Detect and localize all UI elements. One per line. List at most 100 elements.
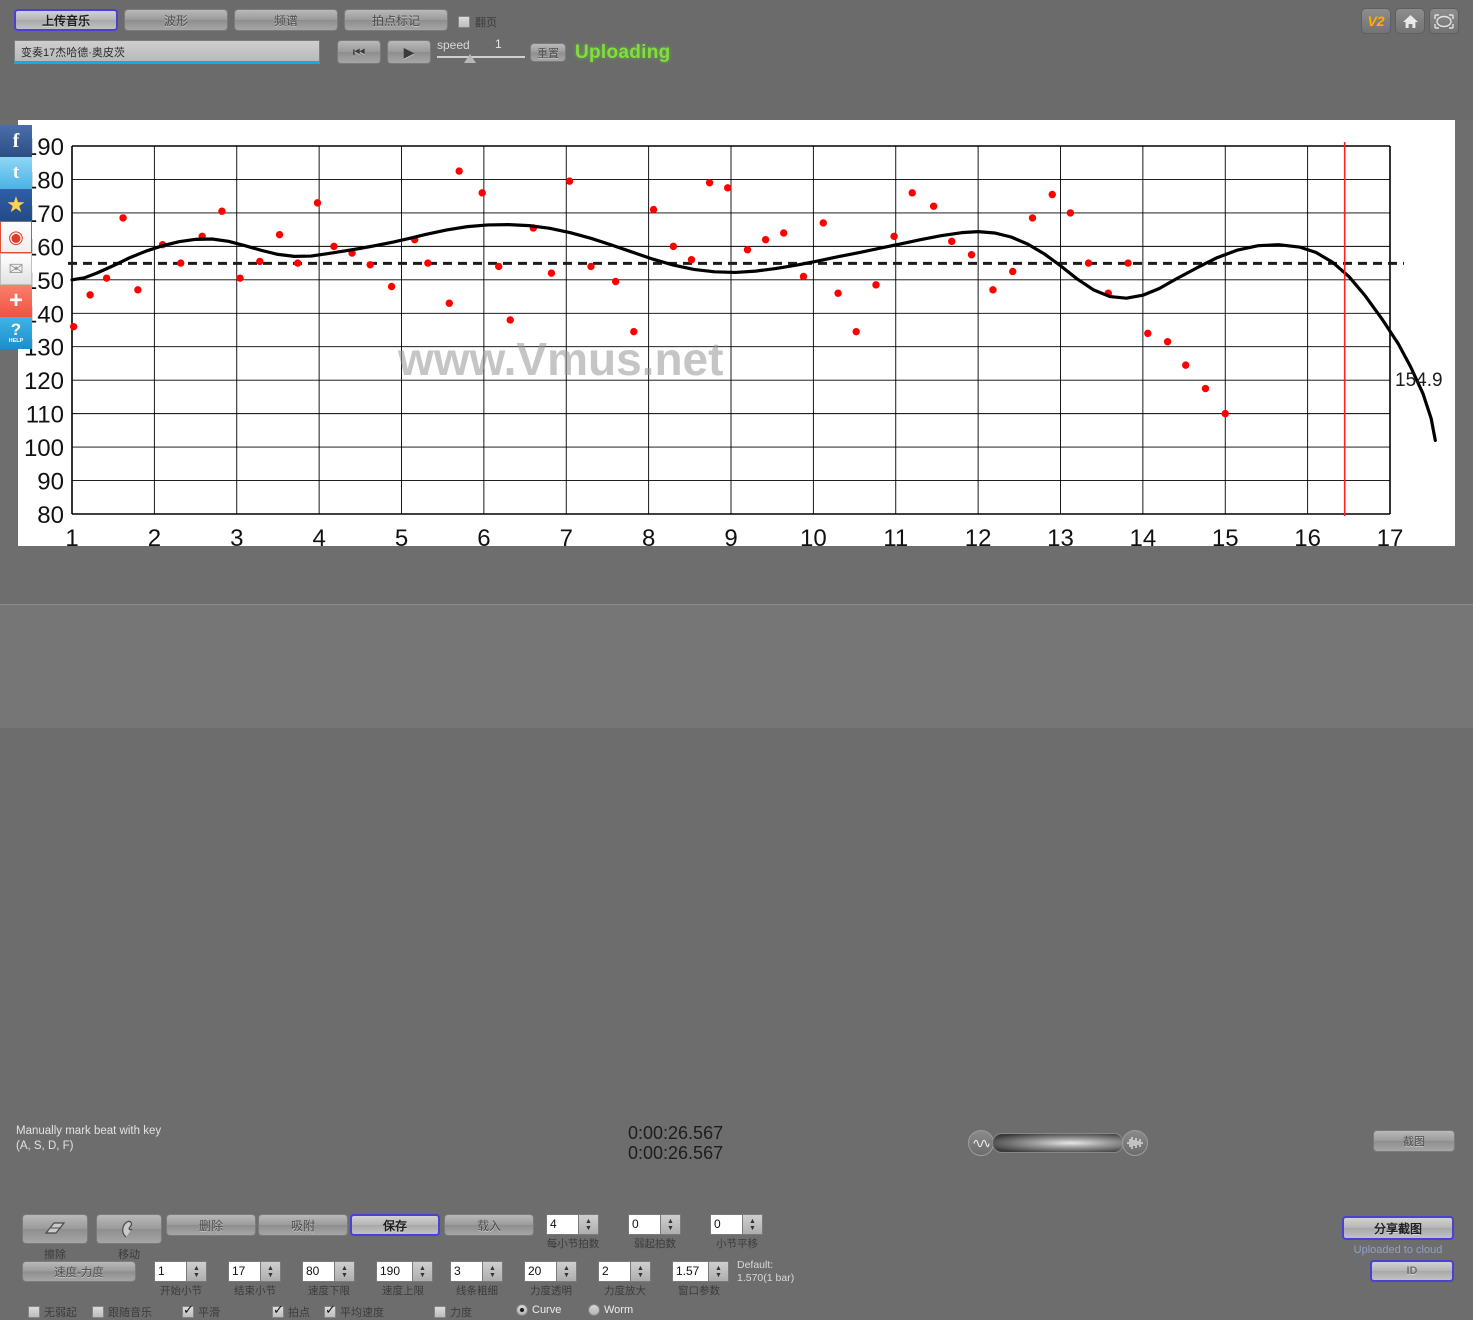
fullscreen-icon[interactable] xyxy=(1429,8,1459,34)
beats-checkbox-box[interactable] xyxy=(272,1303,284,1318)
follow-music-checkbox[interactable]: 跟随音乐 xyxy=(92,1304,152,1320)
beats-per-bar-spinner[interactable]: 4 ▲ ▼ 每小节拍数 xyxy=(546,1214,599,1250)
dynamics-opacity-stepper[interactable]: ▲ ▼ xyxy=(557,1261,577,1282)
home-icon[interactable] xyxy=(1395,8,1425,34)
skip-to-start-button[interactable]: ⏮ xyxy=(337,40,381,64)
beat-point[interactable] xyxy=(495,262,503,271)
twitter-icon[interactable]: t xyxy=(0,157,32,189)
follow-music-checkbox-box[interactable] xyxy=(92,1306,104,1318)
tempo-min-spinner[interactable]: 80 ▲ ▼ 速度下限 xyxy=(302,1261,355,1297)
beat-point[interactable] xyxy=(294,259,302,267)
dynamics-scale-stepper[interactable]: ▲ ▼ xyxy=(631,1261,651,1282)
tempo-min-input[interactable]: 80 xyxy=(302,1261,335,1282)
stepper-down-icon[interactable]: ▼ xyxy=(267,1272,274,1279)
tempo-min-stepper[interactable]: ▲ ▼ xyxy=(335,1261,355,1282)
help-icon[interactable]: ? HELP xyxy=(0,317,32,349)
beat-point[interactable] xyxy=(218,207,226,215)
move-tool-button[interactable] xyxy=(96,1214,162,1244)
id-button[interactable]: ID xyxy=(1370,1260,1454,1282)
beat-point[interactable] xyxy=(1144,329,1152,338)
speed-slider[interactable]: speed 1 xyxy=(437,36,525,68)
beat-point[interactable] xyxy=(669,242,678,251)
speed-slider-track[interactable] xyxy=(437,56,525,58)
pickup-beats-input[interactable]: 0 xyxy=(628,1214,661,1235)
line-thickness-input[interactable]: 3 xyxy=(450,1261,483,1282)
stepper-down-icon[interactable]: ▼ xyxy=(563,1272,570,1279)
beat-point[interactable] xyxy=(565,177,574,185)
weibo-icon[interactable]: ◉ xyxy=(0,221,32,253)
erase-tool-button[interactable] xyxy=(22,1214,88,1244)
dynamics-opacity-spinner[interactable]: 20 ▲ ▼ 力度透明 xyxy=(524,1261,577,1297)
beat-point[interactable] xyxy=(890,232,898,241)
beat-point[interactable] xyxy=(455,167,463,175)
stepper-up-icon[interactable]: ▲ xyxy=(341,1265,348,1272)
pickup-beats-spinner[interactable]: 0 ▲ ▼ 弱起拍数 xyxy=(628,1214,681,1250)
window-parameter-spinner[interactable]: 1.57 ▲ ▼ 窗口参数 xyxy=(672,1261,729,1297)
average-tempo-checkbox[interactable]: 平均速度 xyxy=(324,1303,384,1320)
tempo-dynamics-button[interactable]: 速度-力度 xyxy=(22,1261,136,1282)
smooth-checkbox[interactable]: 平滑 xyxy=(182,1303,220,1320)
beat-point[interactable] xyxy=(313,199,322,207)
speed-slider-thumb[interactable] xyxy=(464,54,476,63)
beat-point[interactable] xyxy=(799,272,808,281)
beat-point[interactable] xyxy=(478,189,486,197)
song-title-field[interactable]: 变奏17杰哈德·奥皮茨 xyxy=(14,40,320,64)
start-bar-spinner[interactable]: 1 ▲ ▼ 开始小节 xyxy=(154,1261,207,1297)
share-plus-icon[interactable]: + xyxy=(0,285,32,317)
no-pickup-checkbox-box[interactable] xyxy=(28,1306,40,1318)
beat-point[interactable] xyxy=(908,189,916,197)
beat-point[interactable] xyxy=(69,322,78,331)
beat-point[interactable] xyxy=(687,256,696,264)
curve-mode-radio[interactable]: Curve xyxy=(516,1304,561,1316)
qzone-icon[interactable]: ★ xyxy=(0,189,32,221)
beat-point[interactable] xyxy=(819,219,827,227)
beat-point[interactable] xyxy=(1066,209,1075,217)
stepper-up-icon[interactable]: ▲ xyxy=(715,1265,722,1272)
reset-button[interactable]: 重置 xyxy=(530,43,566,62)
stepper-up-icon[interactable]: ▲ xyxy=(193,1265,200,1272)
average-tempo-checkbox-box[interactable] xyxy=(324,1303,336,1318)
bar-offset-spinner[interactable]: 0 ▲ ▼ 小节平移 xyxy=(710,1214,763,1250)
beat-point[interactable] xyxy=(1221,409,1229,418)
stepper-up-icon[interactable]: ▲ xyxy=(637,1265,644,1272)
beat-point[interactable] xyxy=(1084,259,1093,267)
load-button[interactable]: 载入 xyxy=(444,1214,534,1236)
beat-point[interactable] xyxy=(445,299,453,307)
stepper-down-icon[interactable]: ▼ xyxy=(749,1225,756,1232)
beat-point[interactable] xyxy=(611,277,620,286)
bar-offset-input[interactable]: 0 xyxy=(710,1214,743,1235)
tempo-max-input[interactable]: 190 xyxy=(376,1261,413,1282)
stepper-up-icon[interactable]: ▲ xyxy=(667,1218,674,1225)
stepper-down-icon[interactable]: ▼ xyxy=(585,1225,592,1232)
beat-point[interactable] xyxy=(649,205,658,214)
beat-point[interactable] xyxy=(236,274,244,282)
stepper-down-icon[interactable]: ▼ xyxy=(341,1272,348,1279)
bar-offset-stepper[interactable]: ▲ ▼ xyxy=(743,1214,763,1235)
window-parameter-input[interactable]: 1.57 xyxy=(672,1261,709,1282)
stepper-up-icon[interactable]: ▲ xyxy=(489,1265,496,1272)
beat-point[interactable] xyxy=(1028,214,1037,222)
dynamics-checkbox-box[interactable] xyxy=(434,1306,446,1318)
tab-waveform[interactable]: 波形 xyxy=(124,9,228,31)
start-bar-input[interactable]: 1 xyxy=(154,1261,187,1282)
start-bar-stepper[interactable]: ▲ ▼ xyxy=(187,1261,207,1282)
beat-point[interactable] xyxy=(1201,384,1210,393)
stepper-down-icon[interactable]: ▼ xyxy=(715,1272,722,1279)
beats-per-bar-stepper[interactable]: ▲ ▼ xyxy=(579,1214,599,1235)
dynamics-scale-input[interactable]: 2 xyxy=(598,1261,631,1282)
beat-point[interactable] xyxy=(948,237,956,246)
waveform-soft-icon[interactable] xyxy=(968,1130,994,1156)
beat-point[interactable] xyxy=(330,242,338,251)
stepper-down-icon[interactable]: ▼ xyxy=(489,1272,496,1279)
tempo-chart-panel[interactable]: 80 90 100 110 120 130 140 150 160 170 180 190 1 2 3 4 5 6… xyxy=(18,120,1455,546)
beat-point[interactable] xyxy=(989,286,997,294)
beat-point[interactable] xyxy=(1048,190,1056,199)
beat-point[interactable] xyxy=(724,184,732,192)
beat-point[interactable] xyxy=(1182,361,1190,369)
beat-point[interactable] xyxy=(872,281,880,289)
beat-point[interactable] xyxy=(852,327,860,336)
flip-page-checkbox-box[interactable] xyxy=(458,16,470,28)
volume-slider-track[interactable] xyxy=(992,1133,1124,1153)
share-screenshot-button[interactable]: 分享截图 xyxy=(1342,1216,1454,1240)
worm-mode-radio-dot[interactable] xyxy=(588,1304,600,1316)
